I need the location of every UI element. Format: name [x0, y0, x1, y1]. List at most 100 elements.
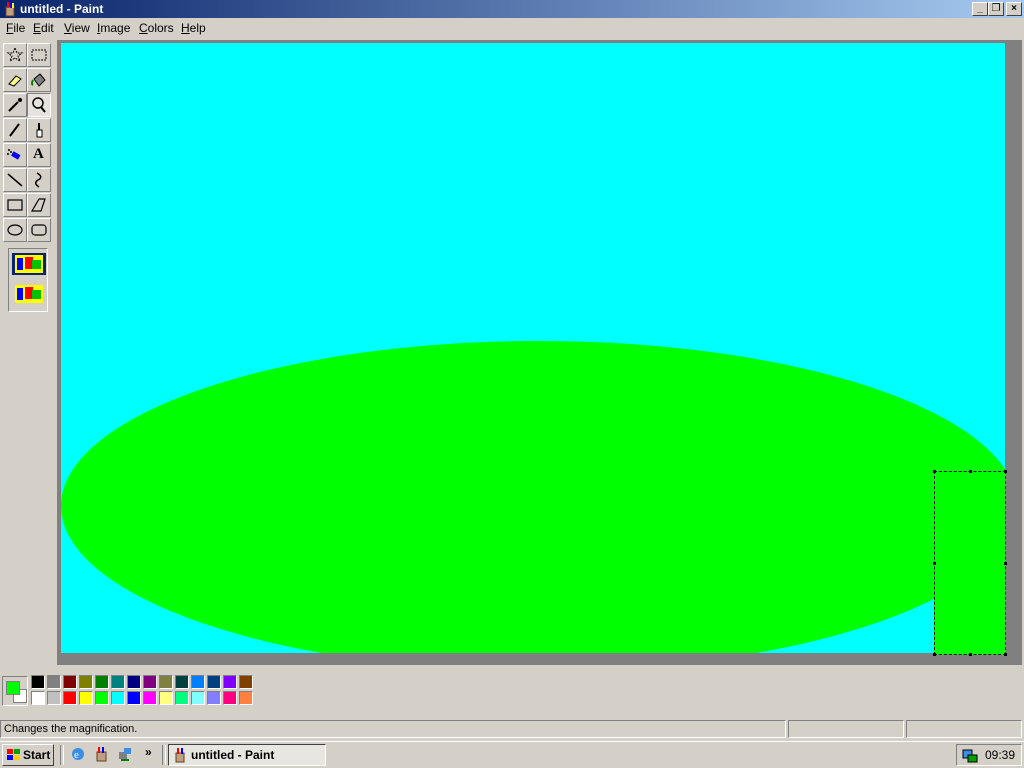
free-form-select-tool[interactable]	[3, 43, 27, 67]
palette-swatch[interactable]	[63, 691, 77, 705]
palette-swatch[interactable]	[95, 691, 109, 705]
selection-handle[interactable]	[969, 653, 972, 656]
palette-swatch[interactable]	[239, 675, 253, 689]
palette-swatch[interactable]	[95, 675, 109, 689]
selection-handle[interactable]	[1004, 470, 1007, 473]
selection-handle[interactable]	[969, 470, 972, 473]
palette-swatch[interactable]	[223, 691, 237, 705]
quicklaunch-chevron[interactable]: »	[145, 745, 152, 759]
rectangle-tool[interactable]	[3, 193, 27, 217]
brush-icon	[36, 123, 43, 138]
palette-swatch[interactable]	[143, 675, 157, 689]
close-button[interactable]: ×	[1006, 2, 1022, 16]
paint-app-icon	[5, 1, 15, 17]
palette-swatch[interactable]	[159, 691, 173, 705]
palette-swatch[interactable]	[191, 691, 205, 705]
tray-network-icon[interactable]	[962, 747, 978, 763]
drawing-canvas[interactable]	[61, 43, 1005, 653]
menu-image[interactable]: Image	[97, 21, 130, 35]
palette-swatch[interactable]	[63, 675, 77, 689]
selection-rectangle[interactable]	[933, 470, 1007, 656]
eyedropper-icon	[8, 98, 22, 112]
magnifier-icon	[32, 97, 46, 113]
palette-swatch[interactable]	[31, 691, 45, 705]
palette-swatch[interactable]	[79, 675, 93, 689]
palette-swatch[interactable]	[191, 675, 205, 689]
palette-swatch[interactable]	[111, 675, 125, 689]
fill-tool[interactable]	[27, 68, 51, 92]
pick-color-tool[interactable]	[3, 93, 27, 117]
start-button[interactable]: Start	[2, 744, 54, 766]
brush-tool[interactable]	[27, 118, 51, 142]
paint-quicklaunch-icon[interactable]	[94, 746, 110, 762]
internet-explorer-icon[interactable]: e	[70, 746, 86, 762]
taskbar-divider	[60, 745, 64, 765]
network-quicklaunch-icon[interactable]	[117, 746, 133, 762]
menu-view[interactable]: View	[64, 21, 90, 35]
taskbar	[0, 741, 1024, 768]
line-icon	[7, 173, 23, 187]
palette-swatch[interactable]	[47, 675, 61, 689]
rounded-rectangle-tool[interactable]	[27, 218, 51, 242]
magnifier-tool[interactable]	[27, 93, 51, 117]
window-title: untitled - Paint	[20, 2, 104, 16]
opaque-option[interactable]	[12, 253, 46, 275]
line-tool[interactable]	[3, 168, 27, 192]
palette-swatch[interactable]	[223, 675, 237, 689]
star-select-icon	[6, 46, 24, 63]
airbrush-tool[interactable]	[3, 143, 27, 167]
opaque-shapes-icon	[15, 255, 43, 273]
palette-swatch[interactable]	[159, 675, 173, 689]
palette-swatch[interactable]	[239, 691, 253, 705]
status-message: Changes the magnification.	[0, 720, 786, 738]
start-label: Start	[23, 748, 51, 762]
palette-swatch[interactable]	[79, 691, 93, 705]
menu-file[interactable]: File	[6, 21, 25, 35]
pencil-tool[interactable]	[3, 118, 27, 142]
rect-select-icon	[31, 49, 47, 61]
palette-swatch[interactable]	[175, 675, 189, 689]
canvas-drawing	[61, 341, 1005, 653]
selection-handle[interactable]	[1004, 562, 1007, 565]
eraser-tool[interactable]	[3, 68, 27, 92]
windows-logo-icon	[7, 749, 20, 760]
clock: 09:39	[985, 748, 1016, 762]
text-tool[interactable]: A	[27, 143, 51, 167]
transparent-option[interactable]	[12, 283, 46, 305]
palette-swatch[interactable]	[207, 675, 221, 689]
taskbar-item-paint[interactable]: untitled - Paint	[168, 744, 326, 766]
minimize-button[interactable]: _	[972, 2, 988, 16]
palette-swatch[interactable]	[127, 675, 141, 689]
tool-options-box	[8, 248, 48, 312]
palette-swatch[interactable]	[175, 691, 189, 705]
curve-tool[interactable]	[27, 168, 51, 192]
system-tray: 09:39	[956, 744, 1022, 766]
pencil-icon	[9, 123, 20, 137]
palette-swatch[interactable]	[127, 691, 141, 705]
text-icon: A	[33, 146, 44, 162]
green-ellipse-shape	[61, 341, 1005, 653]
palette-swatch[interactable]	[111, 691, 125, 705]
task-label: untitled - Paint	[191, 748, 275, 762]
selection-handle[interactable]	[1004, 653, 1007, 656]
ellipse-icon	[7, 224, 23, 236]
status-size	[906, 720, 1022, 738]
palette-swatch[interactable]	[207, 691, 221, 705]
menu-colors[interactable]: Colors	[139, 21, 174, 35]
current-colors-box	[2, 676, 28, 706]
polygon-icon	[30, 198, 46, 212]
select-tool[interactable]	[27, 43, 51, 67]
ellipse-tool[interactable]	[3, 218, 27, 242]
palette-swatch[interactable]	[47, 691, 61, 705]
polygon-tool[interactable]	[27, 193, 51, 217]
selection-handle[interactable]	[933, 562, 936, 565]
menu-help[interactable]: Help	[181, 21, 206, 35]
palette-swatch[interactable]	[143, 691, 157, 705]
menu-edit[interactable]: Edit	[33, 21, 54, 35]
selection-handle[interactable]	[933, 470, 936, 473]
selection-handle[interactable]	[933, 653, 936, 656]
rounded-rect-icon	[31, 224, 47, 236]
svg-text:e: e	[74, 749, 79, 761]
palette-swatch[interactable]	[31, 675, 45, 689]
restore-button[interactable]: ❐	[988, 2, 1004, 16]
